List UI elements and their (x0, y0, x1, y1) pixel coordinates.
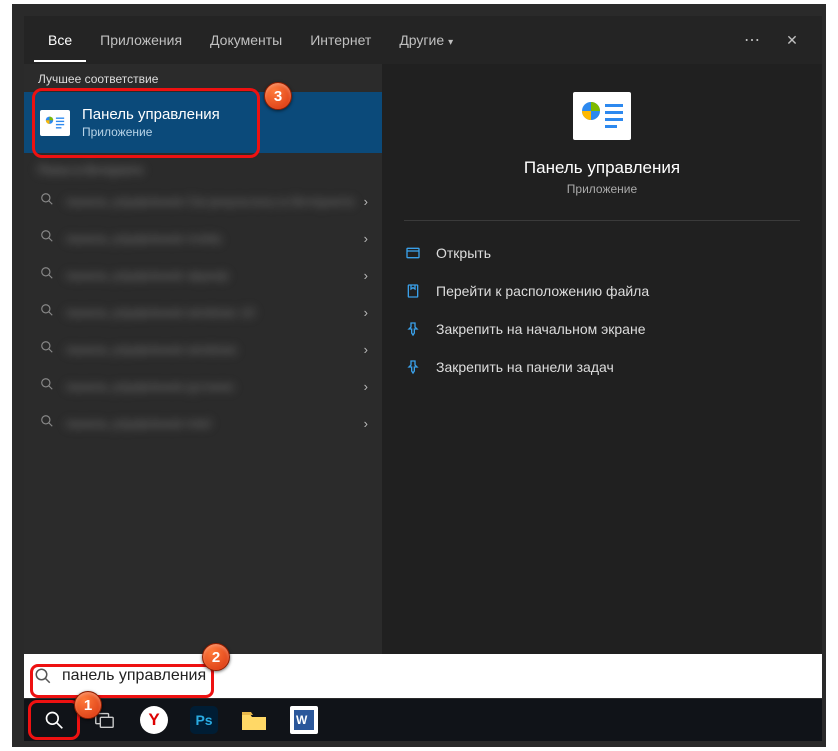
web-search-header: Поиск в Интернете (38, 163, 143, 177)
search-icon (38, 229, 56, 248)
chevron-right-icon: › (364, 342, 368, 357)
results-list: Лучшее соответствие Панель управления Пр… (24, 64, 382, 656)
chevron-right-icon: › (364, 379, 368, 394)
tab-apps[interactable]: Приложения (86, 18, 196, 62)
search-icon (44, 710, 64, 730)
best-match-subtitle: Приложение (82, 125, 220, 139)
detail-subtitle: Приложение (567, 182, 637, 196)
yandex-icon: Y (140, 706, 168, 734)
word-icon: W (290, 706, 318, 734)
web-result-item[interactable]: панель управления звуком › (24, 257, 382, 294)
search-icon (38, 414, 56, 433)
taskbar-file-explorer[interactable] (230, 700, 278, 740)
open-icon (404, 245, 422, 261)
action-label: Закрепить на панели задач (436, 359, 614, 375)
action-label: Открыть (436, 245, 491, 261)
annotation-badge-2: 2 (202, 643, 230, 671)
web-result-item[interactable]: панель управления См результаты в Интерн… (24, 183, 382, 220)
search-icon (38, 303, 56, 322)
chevron-right-icon: › (364, 416, 368, 431)
detail-pane: Панель управления Приложение Открыть Пер… (382, 64, 822, 656)
web-result-item[interactable]: панель управления nvidia › (24, 220, 382, 257)
web-result-item[interactable]: панель управления windows 10 › (24, 294, 382, 331)
folder-icon (240, 708, 268, 732)
control-panel-icon-large (573, 92, 631, 140)
best-match-header: Лучшее соответствие (24, 64, 382, 92)
chevron-right-icon: › (364, 231, 368, 246)
action-goto-location[interactable]: Перейти к расположению файла (404, 275, 800, 307)
folder-location-icon (404, 283, 422, 299)
search-icon (38, 266, 56, 285)
search-tabs: Все Приложения Документы Интернет Другие… (24, 16, 822, 64)
best-match-title: Панель управления (82, 106, 220, 123)
action-open[interactable]: Открыть (404, 237, 800, 269)
search-icon (38, 377, 56, 396)
search-icon (38, 340, 56, 359)
photoshop-icon: Ps (190, 706, 218, 734)
annotation-badge-1: 1 (74, 691, 102, 719)
taskbar-word[interactable]: W (280, 700, 328, 740)
tab-all[interactable]: Все (34, 18, 86, 62)
taskbar-yandex-browser[interactable]: Y (130, 700, 178, 740)
web-result-item[interactable]: панель управления windows › (24, 331, 382, 368)
more-options-icon[interactable]: ⋯ (732, 30, 772, 50)
tab-internet[interactable]: Интернет (296, 18, 385, 62)
detail-title: Панель управления (524, 158, 680, 178)
chevron-right-icon: › (364, 194, 368, 209)
search-icon (38, 192, 56, 211)
action-pin-start[interactable]: Закрепить на начальном экране (404, 313, 800, 345)
tab-documents[interactable]: Документы (196, 18, 296, 62)
annotation-badge-3: 3 (264, 82, 292, 110)
web-result-item[interactable]: панель управления intel › (24, 405, 382, 442)
search-input[interactable] (62, 667, 812, 685)
search-bar[interactable] (24, 654, 822, 698)
chevron-right-icon: › (364, 305, 368, 320)
pin-start-icon (404, 321, 422, 337)
best-match-item[interactable]: Панель управления Приложение (24, 92, 382, 153)
taskbar: Y Ps W (24, 699, 822, 741)
search-results-panel: Все Приложения Документы Интернет Другие… (24, 16, 822, 656)
taskbar-search-button[interactable] (30, 700, 78, 740)
action-label: Закрепить на начальном экране (436, 321, 646, 337)
search-icon (34, 667, 52, 685)
tab-other[interactable]: Другие (385, 18, 467, 62)
web-result-item[interactable]: панель управления рутокен › (24, 368, 382, 405)
control-panel-icon (40, 110, 70, 136)
action-pin-taskbar[interactable]: Закрепить на панели задач (404, 351, 800, 383)
action-label: Перейти к расположению файла (436, 283, 649, 299)
pin-taskbar-icon (404, 359, 422, 375)
chevron-right-icon: › (364, 268, 368, 283)
close-icon[interactable]: ✕ (772, 32, 812, 49)
taskbar-photoshop[interactable]: Ps (180, 700, 228, 740)
